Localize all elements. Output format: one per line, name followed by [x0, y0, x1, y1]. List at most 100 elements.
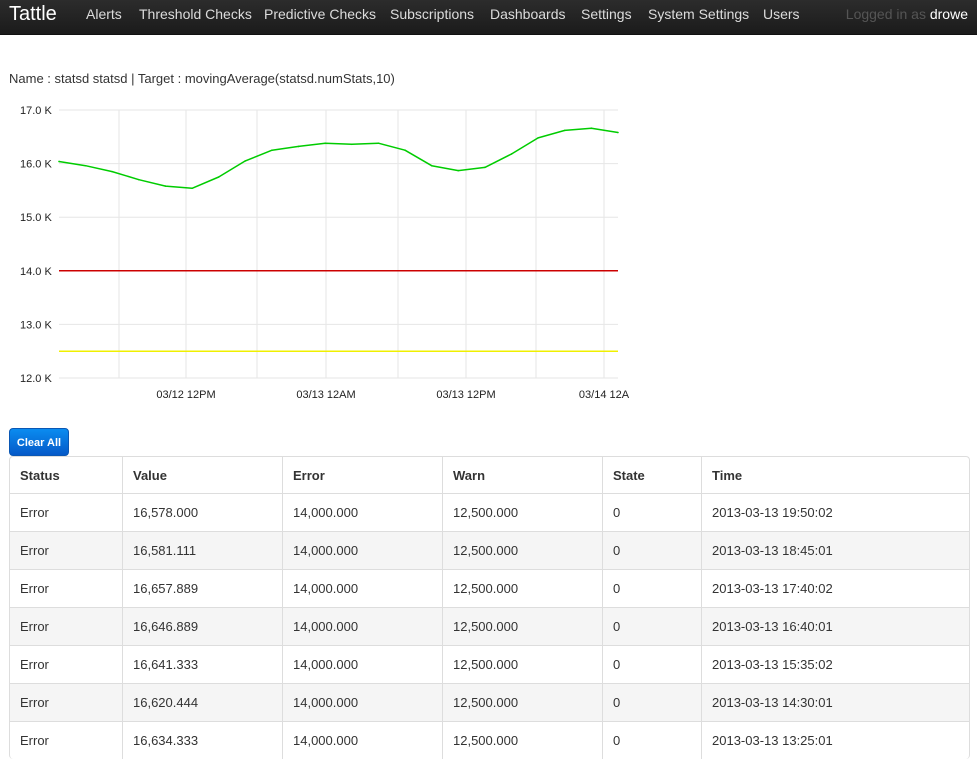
nav-alerts[interactable]: Alerts	[86, 6, 122, 22]
series-line	[59, 128, 618, 188]
status-cell: Error	[10, 646, 123, 684]
error-cell: 14,000.000	[283, 570, 443, 608]
y-tick-label: 15.0 K	[20, 212, 52, 224]
y-tick-label: 13.0 K	[20, 319, 52, 331]
alerts-table: Status Value Error Warn State Time Error…	[9, 456, 970, 759]
value-cell: 16,641.333	[123, 646, 283, 684]
status-cell: Error	[10, 608, 123, 646]
series-point	[271, 149, 273, 151]
nav-dashboards[interactable]: Dashboards	[490, 6, 566, 22]
table-row: Error16,620.44414,000.00012,500.00002013…	[10, 684, 969, 722]
series-point	[484, 167, 486, 169]
time-cell: 2013-03-13 17:40:02	[702, 570, 970, 608]
time-cell: 2013-03-13 13:25:01	[702, 722, 970, 759]
x-tick-label: 03/13 12PM	[436, 389, 495, 401]
value-cell: 16,578.000	[123, 494, 283, 532]
column-header-value: Value	[123, 457, 283, 494]
series-point	[85, 165, 87, 167]
warn-cell: 12,500.000	[443, 684, 603, 722]
series-point	[378, 142, 380, 144]
status-cell: Error	[10, 494, 123, 532]
value-cell: 16,646.889	[123, 608, 283, 646]
nav-predictive-checks[interactable]: Predictive Checks	[264, 6, 376, 22]
table-row: Error16,641.33314,000.00012,500.00002013…	[10, 646, 969, 684]
column-header-error: Error	[283, 457, 443, 494]
series-point	[191, 187, 193, 189]
series-point	[218, 176, 220, 178]
table-row: Error16,578.00014,000.00012,500.00002013…	[10, 494, 969, 532]
y-tick-label: 14.0 K	[20, 266, 52, 278]
warn-cell: 12,500.000	[443, 494, 603, 532]
series-point	[511, 153, 513, 155]
time-cell: 2013-03-13 18:45:01	[702, 532, 970, 570]
value-cell: 16,657.889	[123, 570, 283, 608]
warn-cell: 12,500.000	[443, 608, 603, 646]
series-point	[564, 130, 566, 132]
state-cell: 0	[603, 608, 702, 646]
top-navbar: Tattle Alerts Threshold Checks Predictiv…	[0, 0, 977, 35]
y-tick-label: 17.0 K	[20, 105, 52, 117]
series-point	[537, 137, 539, 139]
time-cell: 2013-03-13 16:40:01	[702, 608, 970, 646]
brand-logo[interactable]: Tattle	[9, 2, 57, 26]
metric-chart: 12.0 K13.0 K14.0 K15.0 K16.0 K17.0 K03/1…	[0, 98, 640, 408]
logged-in-status: Logged in as drowe	[846, 6, 968, 22]
nav-subscriptions[interactable]: Subscriptions	[390, 6, 474, 22]
state-cell: 0	[603, 646, 702, 684]
table-row: Error16,657.88914,000.00012,500.00002013…	[10, 570, 969, 608]
x-tick-label: 03/14 12A	[579, 389, 630, 401]
warn-cell: 12,500.000	[443, 570, 603, 608]
time-cell: 2013-03-13 15:35:02	[702, 646, 970, 684]
series-point	[404, 149, 406, 151]
nav-system-settings[interactable]: System Settings	[648, 6, 749, 22]
warn-cell: 12,500.000	[443, 722, 603, 759]
series-point	[111, 171, 113, 173]
error-cell: 14,000.000	[283, 608, 443, 646]
value-cell: 16,581.111	[123, 532, 283, 570]
status-cell: Error	[10, 722, 123, 759]
username[interactable]: drowe	[930, 6, 968, 22]
series-point	[138, 179, 140, 181]
series-point	[58, 161, 60, 163]
series-point	[617, 132, 619, 134]
state-cell: 0	[603, 684, 702, 722]
nav-settings[interactable]: Settings	[581, 6, 632, 22]
status-cell: Error	[10, 532, 123, 570]
status-cell: Error	[10, 570, 123, 608]
error-cell: 14,000.000	[283, 684, 443, 722]
status-cell: Error	[10, 684, 123, 722]
warn-cell: 12,500.000	[443, 646, 603, 684]
clear-all-button[interactable]: Clear All	[9, 428, 69, 456]
nav-users[interactable]: Users	[763, 6, 800, 22]
error-cell: 14,000.000	[283, 532, 443, 570]
x-tick-label: 03/12 12PM	[156, 389, 215, 401]
state-cell: 0	[603, 494, 702, 532]
series-point	[165, 185, 167, 187]
table-header-row: Status Value Error Warn State Time	[10, 457, 969, 494]
column-header-time: Time	[702, 457, 970, 494]
state-cell: 0	[603, 722, 702, 759]
state-cell: 0	[603, 532, 702, 570]
column-header-warn: Warn	[443, 457, 603, 494]
error-cell: 14,000.000	[283, 722, 443, 759]
value-cell: 16,620.444	[123, 684, 283, 722]
series-point	[591, 127, 593, 129]
series-point	[431, 165, 433, 167]
table-row: Error16,646.88914,000.00012,500.00002013…	[10, 608, 969, 646]
nav-threshold-checks[interactable]: Threshold Checks	[139, 6, 252, 22]
table-row: Error16,634.33314,000.00012,500.00002013…	[10, 722, 969, 759]
series-point	[457, 170, 459, 172]
graph-caption: Name : statsd statsd | Target : movingAv…	[9, 71, 395, 86]
column-header-status: Status	[10, 457, 123, 494]
logged-in-label: Logged in as	[846, 6, 926, 22]
warn-cell: 12,500.000	[443, 532, 603, 570]
state-cell: 0	[603, 570, 702, 608]
y-tick-label: 12.0 K	[20, 373, 52, 385]
x-tick-label: 03/13 12AM	[296, 389, 355, 401]
error-cell: 14,000.000	[283, 494, 443, 532]
time-cell: 2013-03-13 14:30:01	[702, 684, 970, 722]
column-header-state: State	[603, 457, 702, 494]
time-cell: 2013-03-13 19:50:02	[702, 494, 970, 532]
table-row: Error16,581.11114,000.00012,500.00002013…	[10, 532, 969, 570]
series-point	[351, 144, 353, 146]
